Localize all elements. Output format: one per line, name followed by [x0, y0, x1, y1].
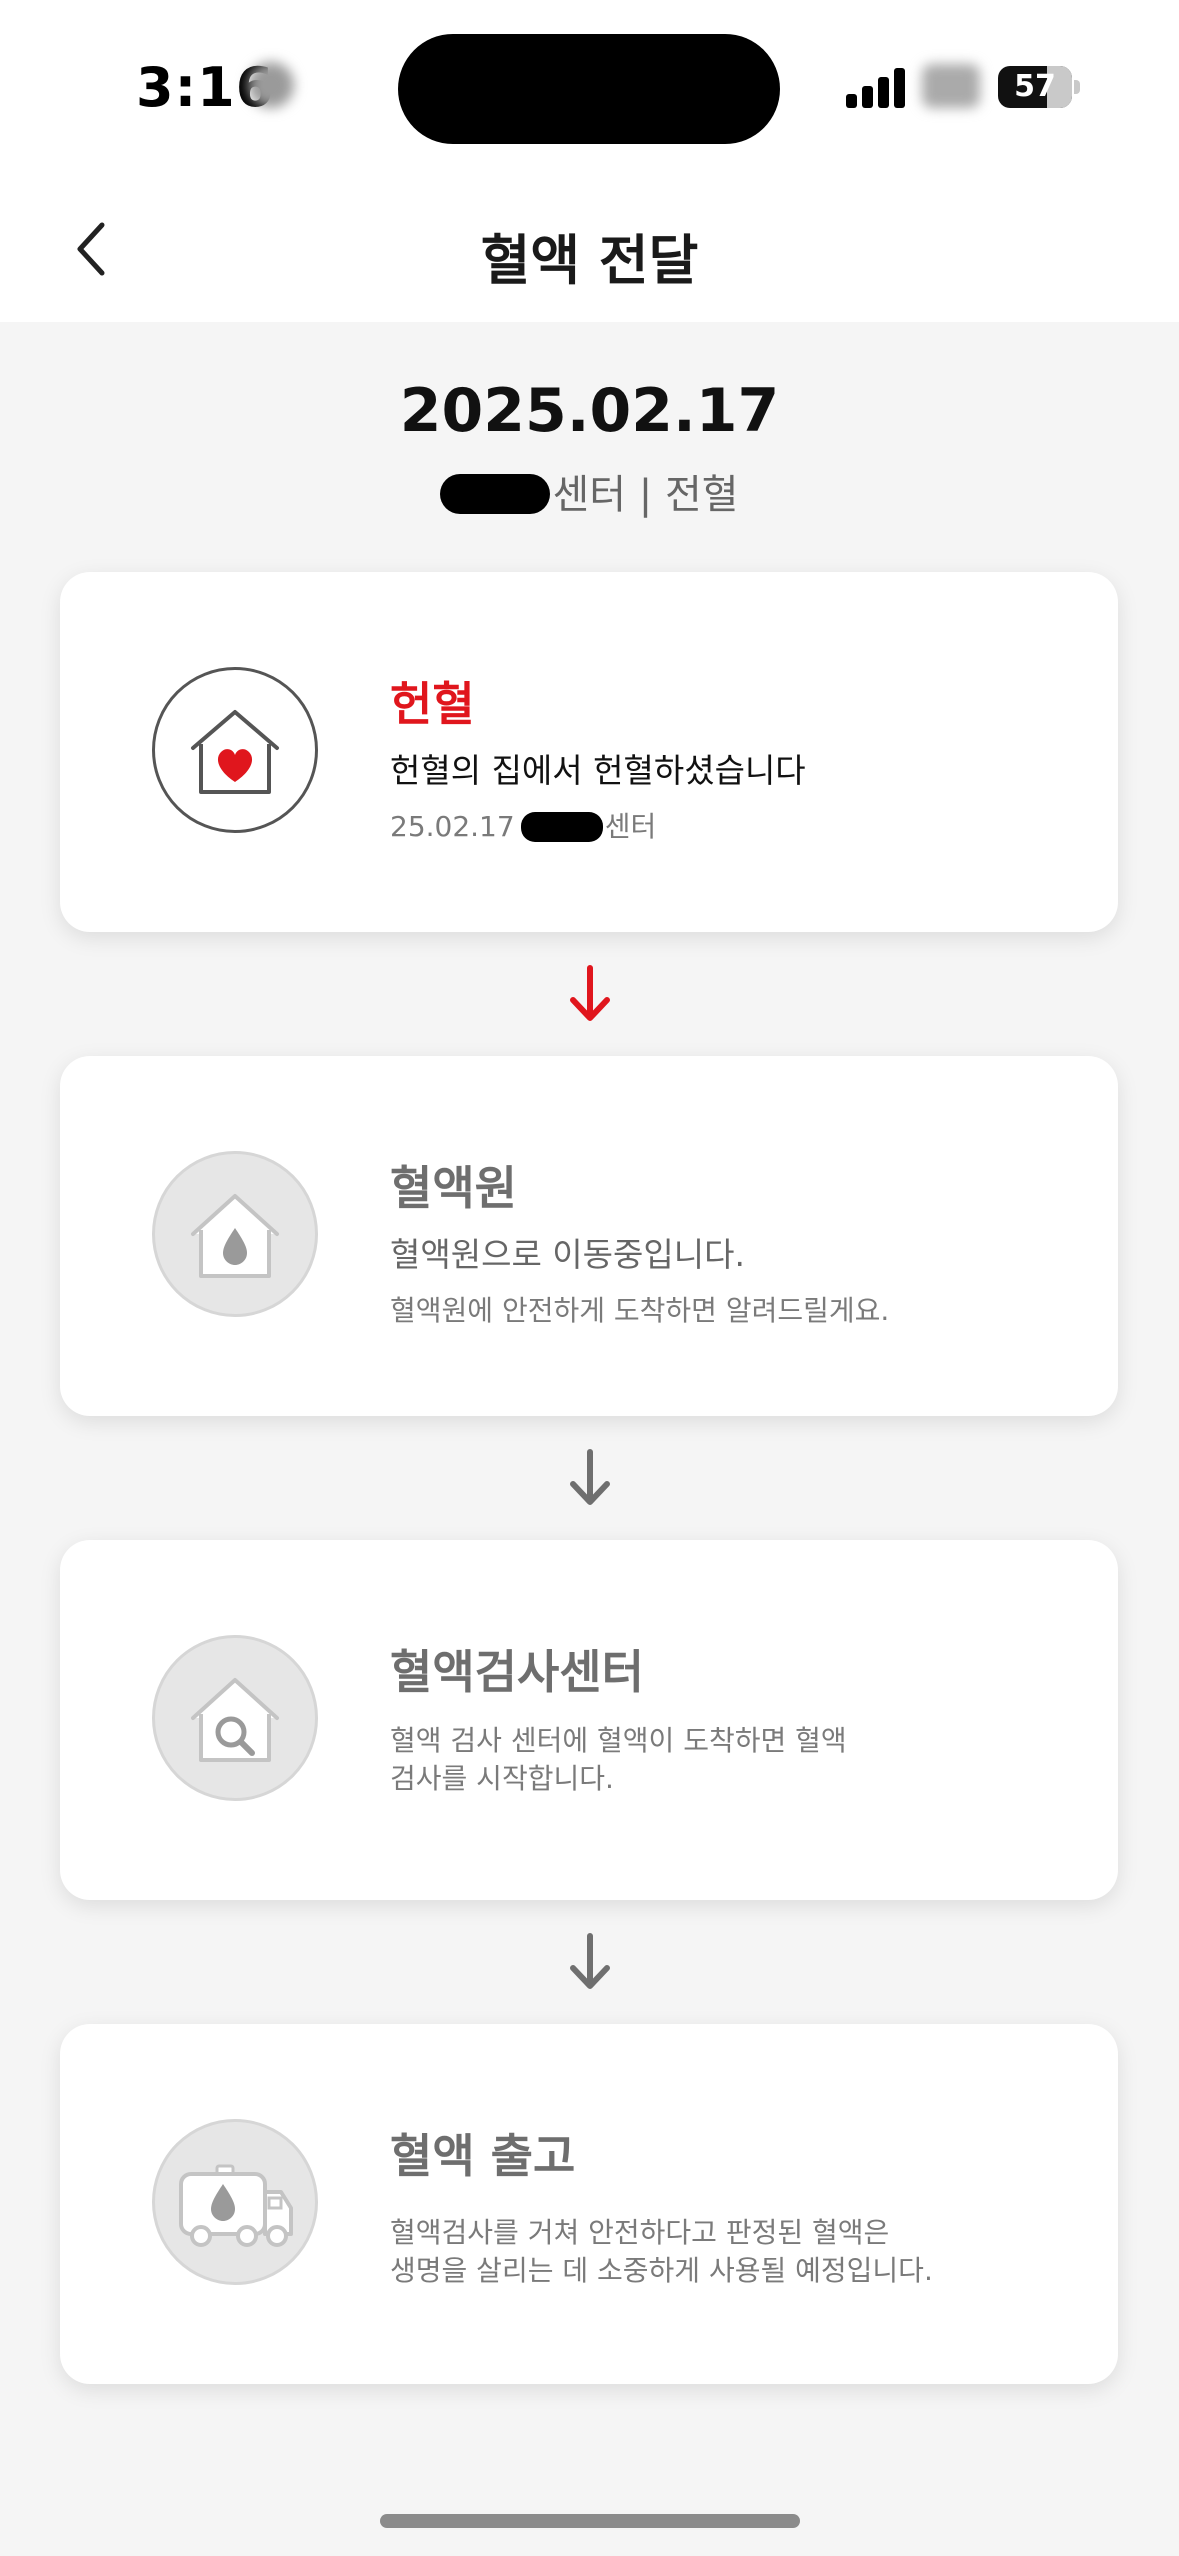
- arrow-down-icon: [570, 1449, 610, 1505]
- step-title: 혈액검사센터: [390, 1645, 644, 1699]
- arrow-down-icon: [570, 1933, 610, 1989]
- step-icon-circle: [152, 2119, 318, 2285]
- step-card-release: 혈액 출고 혈액검사를 거쳐 안전하다고 판정된 혈액은 생명을 살리는 데 소…: [60, 2024, 1118, 2384]
- truck-drop-icon: [179, 2164, 293, 2247]
- step-note: 혈액검사를 거쳐 안전하다고 판정된 혈액은 생명을 살리는 데 소중하게 사용…: [390, 2214, 933, 2290]
- step-icon-circle: [152, 1151, 318, 1317]
- home-indicator[interactable]: [380, 2514, 800, 2528]
- battery-cap: [1074, 80, 1080, 94]
- notification-icon: [248, 62, 294, 108]
- redacted-text: [520, 812, 603, 842]
- house-search-icon: [191, 1678, 279, 1762]
- step-title: 헌혈: [390, 677, 475, 731]
- top-bar: 3:16 57 혈액 전달: [0, 0, 1179, 322]
- step-note-line: 검사를 시작합니다.: [390, 1762, 614, 1795]
- place-type-label: 센터 | 전혈: [552, 472, 739, 518]
- step-card-blood-center: 혈액원 혈액원으로 이동중입니다. 혈액원에 안전하게 도착하면 알려드릴게요.: [60, 1056, 1118, 1416]
- step-note-line: 혈액 검사 센터에 혈액이 도착하면 혈액: [390, 1724, 847, 1757]
- step-title: 혈액원: [390, 1161, 517, 1215]
- page-title: 혈액 전달: [480, 229, 699, 292]
- step-card-donation: 헌혈 헌혈의 집에서 헌혈하셨습니다 25.02.17 센터: [60, 572, 1118, 932]
- step-meta: 25.02.17 센터: [390, 808, 656, 846]
- redacted-text: [440, 474, 551, 514]
- donation-place-type: 센터 | 전혈: [0, 462, 1179, 520]
- step-note-line: 생명을 살리는 데 소중하게 사용될 예정입니다.: [390, 2254, 933, 2287]
- step-note: 혈액 검사 센터에 혈액이 도착하면 혈액 검사를 시작합니다.: [390, 1722, 847, 1798]
- step-icon-circle: [152, 667, 318, 833]
- dynamic-island: [398, 34, 780, 144]
- step-card-test-center: 혈액검사센터 혈액 검사 센터에 혈액이 도착하면 혈액 검사를 시작합니다.: [60, 1540, 1118, 1900]
- step-description: 혈액원으로 이동중입니다.: [390, 1235, 745, 1274]
- battery-icon: 57: [998, 66, 1072, 108]
- step-title: 혈액 출고: [390, 2129, 576, 2183]
- battery-level: 57: [1014, 69, 1056, 104]
- house-heart-icon: [191, 710, 279, 794]
- network-type-icon: [922, 64, 980, 108]
- step-note-line: 혈액검사를 거쳐 안전하다고 판정된 혈액은: [390, 2216, 890, 2249]
- step-meta-place: 센터: [604, 810, 657, 843]
- arrow-down-icon-active: [570, 965, 610, 1021]
- step-note: 혈액원에 안전하게 도착하면 알려드릴게요.: [390, 1294, 890, 1327]
- donation-date: 2025.02.17: [399, 376, 780, 446]
- step-description: 헌혈의 집에서 헌혈하셨습니다: [390, 751, 806, 790]
- cellular-signal-icon: [846, 64, 908, 108]
- step-meta-date: 25.02.17: [390, 810, 515, 843]
- house-drop-icon: [191, 1194, 279, 1278]
- step-icon-circle: [152, 1635, 318, 1801]
